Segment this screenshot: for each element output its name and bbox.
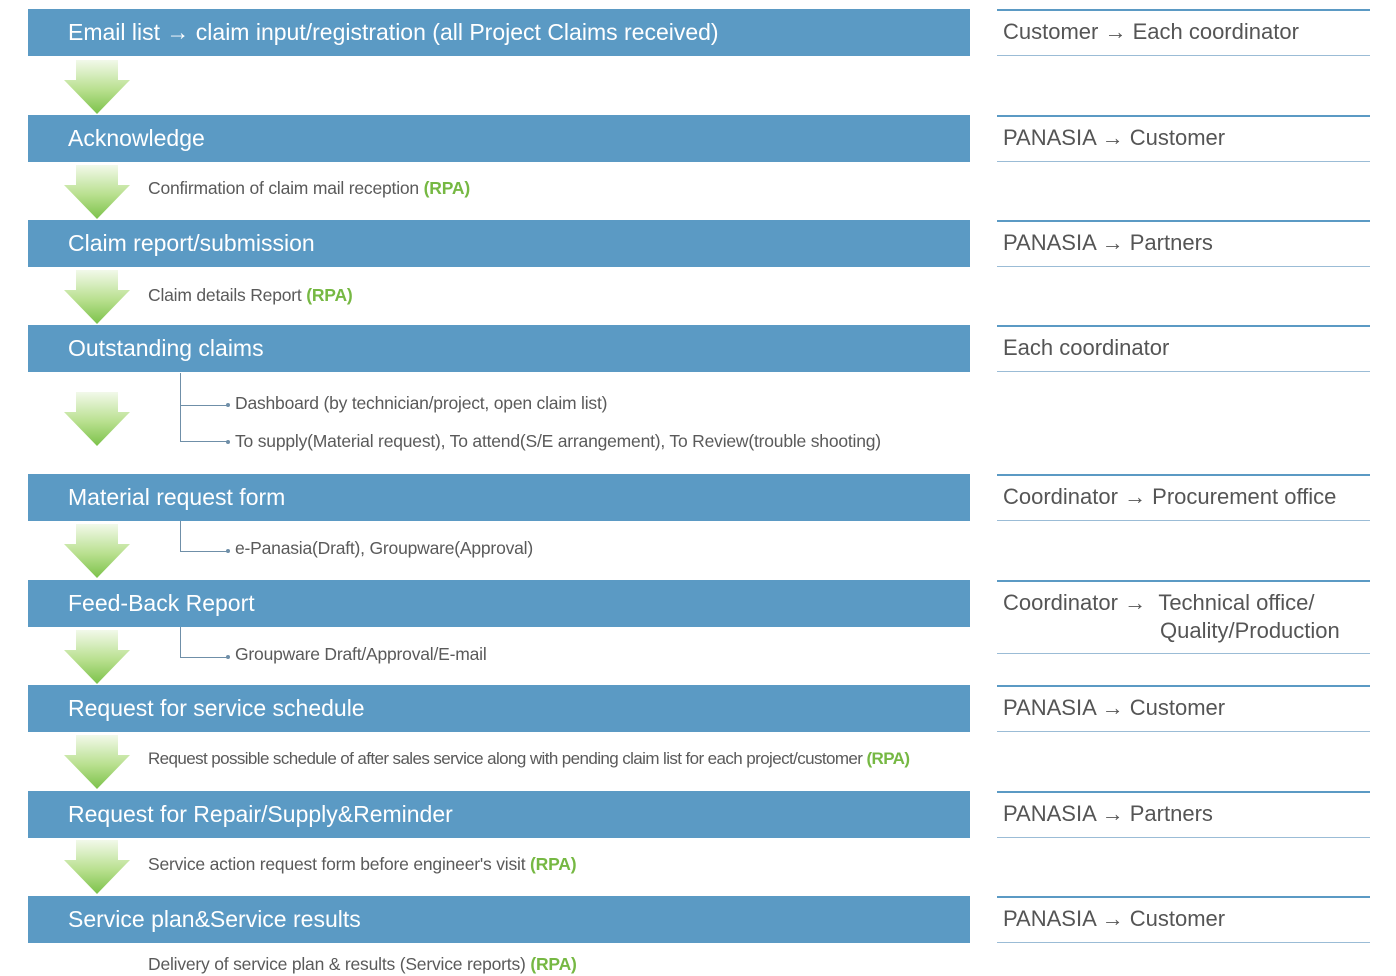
step-3-note: Claim details Report (RPA) [148,285,353,305]
step-3-bar: Claim report/submission [28,220,970,267]
step-2-bar: Acknowledge [28,115,970,162]
step-1-role: Customer → Each coordinator [997,9,1370,56]
step-5-down-arrow-icon [64,524,130,578]
connector-line [180,441,228,442]
step-2-title: Acknowledge [68,125,205,151]
step-4-subitem-2: To supply(Material request), To attend(S… [235,431,881,451]
step-3-title: Claim report/submission [68,230,315,256]
rpa-tag: (RPA) [423,178,471,198]
step-5-subitem-1: e-Panasia(Draft), Groupware(Approval) [235,538,533,558]
connector-dot [226,549,230,553]
step-6-title: Feed-Back Report [68,590,255,616]
step-5-bar: Material request form [28,474,970,521]
connector-dot [226,403,230,407]
step-8-role: PANASIA → Partners [997,791,1370,838]
rpa-tag: (RPA) [866,749,910,768]
step-9-title: Service plan&Service results [68,906,361,932]
step-1-title: Email list → claim input/registration (a… [68,19,719,45]
step-5-title: Material request form [68,484,286,510]
step-7-note: Request possible schedule of after sales… [148,749,910,768]
connector-line [180,521,229,552]
step-9-note: Delivery of service plan & results (Serv… [148,954,577,974]
step-6-down-arrow-icon [64,630,130,684]
step-9-bar: Service plan&Service results [28,896,970,943]
step-7-title: Request for service schedule [68,695,365,721]
step-8-note: Service action request form before engin… [148,854,577,874]
step-1-bar: Email list → claim input/registration (a… [28,9,970,56]
step-4-title: Outstanding claims [68,335,264,361]
connector-dot [226,655,230,659]
step-4-down-arrow-icon [64,392,130,446]
step-9-role: PANASIA → Customer [997,896,1370,943]
rpa-tag: (RPA) [530,854,577,874]
step-8-down-arrow-icon [64,840,130,894]
step-6-role: Coordinator → Technical office/ Quality/… [997,580,1370,654]
step-4-role: Each coordinator [997,325,1370,372]
step-8-bar: Request for Repair/Supply&Reminder [28,791,970,838]
step-7-bar: Request for service schedule [28,685,970,732]
step-6-subitem-1: Groupware Draft/Approval/E-mail [235,644,487,664]
rpa-tag: (RPA) [306,285,353,305]
step-1-down-arrow-icon [64,60,130,114]
rpa-tag: (RPA) [530,954,577,974]
step-2-down-arrow-icon [64,165,130,219]
connector-line [180,373,229,406]
step-7-role: PANASIA → Customer [997,685,1370,732]
step-8-title: Request for Repair/Supply&Reminder [68,801,453,827]
step-2-role: PANASIA → Customer [997,115,1370,162]
step-3-role: PANASIA → Partners [997,220,1370,267]
connector-line [180,627,229,658]
step-4-subitem-1: Dashboard (by technician/project, open c… [235,393,608,413]
step-4-bar: Outstanding claims [28,325,970,372]
step-2-note: Confirmation of claim mail reception (RP… [148,178,471,198]
connector-dot [226,440,230,444]
step-6-bar: Feed-Back Report [28,580,970,627]
step-5-role: Coordinator → Procurement office [997,474,1370,521]
step-3-down-arrow-icon [64,270,130,324]
step-7-down-arrow-icon [64,735,130,789]
connector-line [180,405,181,442]
